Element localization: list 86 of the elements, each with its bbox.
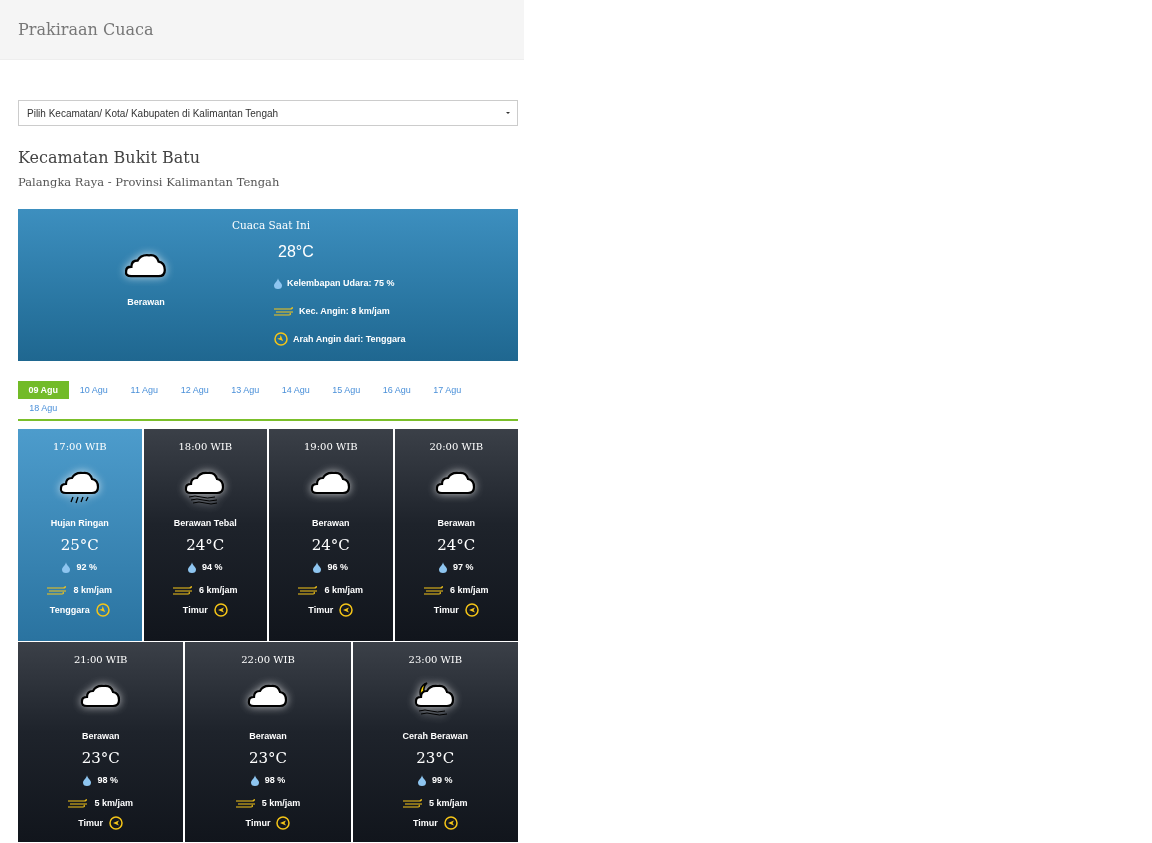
wind-icon: [424, 585, 444, 595]
wind-speed-value: 5 km/jam: [429, 798, 468, 808]
date-tab[interactable]: 14 Agu: [270, 381, 321, 399]
temperature: 24°C: [186, 536, 225, 554]
forecast-time: 23:00 WIB: [408, 654, 463, 665]
condition-label: Berawan: [249, 731, 287, 741]
wind-direction-value: Tenggara: [49, 605, 90, 615]
wind-direction-value: Timur: [182, 605, 208, 615]
wind-icon: [274, 306, 294, 316]
humidity-value: 94 %: [202, 562, 223, 572]
wind-speed-label: Kec. Angin: 8 km/jam: [299, 306, 390, 316]
temperature: 23°C: [81, 749, 120, 767]
condition-label: Cerah Berawan: [402, 731, 469, 741]
humidity-value: 98 %: [97, 775, 118, 785]
condition-label: Hujan Ringan: [50, 518, 109, 528]
temperature: 25°C: [60, 536, 99, 554]
forecast-time: 22:00 WIB: [241, 654, 295, 665]
wind-direction-label: Arah Angin dari: Tenggara: [293, 334, 406, 344]
date-tab[interactable]: 09 Agu: [18, 381, 69, 399]
date-tab[interactable]: 17 Agu: [422, 381, 473, 399]
wind-icon: [403, 798, 424, 808]
wind-icon: [173, 585, 193, 595]
water-drop-icon: [274, 277, 282, 289]
wind-icon: [298, 585, 319, 595]
location-subtitle: Palangka Raya - Provinsi Kalimantan Tengah: [18, 175, 281, 189]
location-title: Kecamatan Bukit Batu: [18, 148, 201, 167]
date-tab[interactable]: 12 Agu: [169, 381, 220, 399]
wind-direction-value: Timur: [433, 605, 459, 615]
forecast-time: 19:00 WIB: [303, 441, 358, 452]
date-tab[interactable]: 13 Agu: [220, 381, 271, 399]
current-weather-heading: Cuaca Saat Ini: [232, 219, 312, 231]
water-drop-icon: [250, 774, 259, 786]
condition-label: Berawan: [127, 296, 165, 307]
wind-icon: [47, 585, 68, 595]
caret-icon: [505, 111, 511, 115]
wind-direction-value: Timur: [412, 818, 438, 828]
date-tab[interactable]: 16 Agu: [371, 381, 422, 399]
water-drop-icon: [418, 774, 427, 786]
wind-icon: [68, 798, 89, 808]
forecast-card[interactable]: 23:00 WIB Cerah Berawan 23°C 99 % 5 km/jam Timur: [352, 642, 518, 842]
wind-speed-value: 8 km/jam: [73, 585, 112, 595]
water-drop-icon: [439, 561, 447, 573]
humidity-label: Kelembapan Udara: 75 %: [287, 278, 395, 288]
wind-direction-value: Timur: [308, 605, 334, 615]
forecast-card[interactable]: 22:00 WIB Berawan 23°C 98 % 5 km/jam Timur: [185, 642, 351, 842]
forecast-card[interactable]: 19:00 WIB Berawan 24°C 96 % 6 km/jam Timur: [269, 429, 393, 641]
date-tab[interactable]: 15 Agu: [321, 381, 372, 399]
condition-label: Berawan: [81, 731, 120, 741]
water-drop-icon: [188, 561, 196, 573]
temperature: 28°C: [278, 243, 315, 261]
forecast-time: 21:00 WIB: [73, 654, 128, 665]
condition-label: Berawan Tebal: [173, 518, 237, 528]
wind-icon: [235, 798, 256, 808]
page-title: Prakiraan Cuaca: [18, 20, 154, 39]
water-drop-icon: [83, 774, 92, 786]
humidity-value: 96 %: [327, 562, 348, 572]
temperature: 24°C: [311, 536, 350, 554]
humidity-value: 99 %: [432, 775, 453, 785]
date-tab[interactable]: 18 Agu: [18, 399, 69, 417]
wind-direction-value: Timur: [245, 818, 271, 828]
wind-speed-value: 6 km/jam: [324, 585, 363, 595]
forecast-card[interactable]: 18:00 WIB Berawan Tebal 24°C 94 % 6 km/jam Timur: [143, 429, 267, 641]
wind-speed-value: 5 km/jam: [94, 798, 133, 808]
humidity-value: 92 %: [76, 562, 97, 572]
date-tab[interactable]: 11 Agu: [119, 381, 170, 399]
wind-speed-value: 6 km/jam: [450, 585, 489, 595]
forecast-card[interactable]: 17:00 WIB Hujan Ringan 25°C 92 % 8 km/jam Tenggara: [18, 429, 142, 641]
temperature: 23°C: [248, 749, 288, 767]
wind-direction-value: Timur: [78, 818, 104, 828]
condition-label: Berawan: [437, 518, 475, 528]
forecast-card[interactable]: 20:00 WIB Berawan 24°C 97 % 6 km/jam Timur: [394, 429, 518, 641]
water-drop-icon: [313, 561, 322, 573]
forecast-card[interactable]: 21:00 WIB Berawan 23°C 98 % 5 km/jam Timur: [18, 642, 184, 842]
date-tab[interactable]: 10 Agu: [68, 381, 119, 399]
temperature: 24°C: [437, 536, 476, 554]
location-select[interactable]: Pilih Kecamatan/ Kota/ Kabupaten di Kalimantan Tengah: [18, 100, 518, 126]
humidity-value: 97 %: [453, 562, 474, 572]
forecast-time: 17:00 WIB: [52, 441, 107, 452]
water-drop-icon: [62, 561, 71, 573]
temperature: 23°C: [416, 749, 455, 767]
wind-speed-value: 5 km/jam: [261, 798, 301, 808]
condition-label: Berawan: [312, 518, 350, 528]
wind-speed-value: 6 km/jam: [199, 585, 238, 595]
forecast-time: 20:00 WIB: [429, 441, 484, 452]
forecast-time: 18:00 WIB: [178, 441, 233, 452]
humidity-value: 98 %: [264, 775, 286, 785]
